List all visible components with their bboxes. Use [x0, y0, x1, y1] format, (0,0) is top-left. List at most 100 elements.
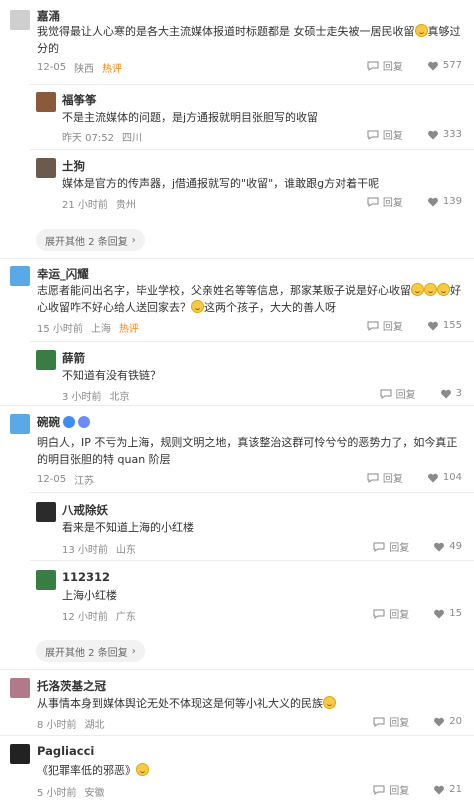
like-button[interactable]: 155 — [427, 320, 462, 332]
comment-meta: 12-05 陕西 热评 — [37, 62, 123, 75]
reply-button[interactable]: 回复 — [373, 606, 409, 621]
avatar[interactable] — [10, 744, 30, 764]
comment-meta: 8 小时前 湖北 — [37, 720, 105, 731]
heart-icon — [427, 321, 438, 330]
reply-button[interactable]: 回复 — [367, 194, 403, 209]
avatar[interactable] — [36, 570, 56, 590]
comment-author[interactable]: 嘉涌 — [37, 8, 60, 24]
reply-icon — [373, 717, 385, 727]
comment-author[interactable]: Pagliacci — [37, 744, 94, 758]
heart-icon — [427, 130, 438, 139]
like-button[interactable]: 3 — [440, 388, 462, 400]
comment-text: 我觉得最让人心寒的是各大主流媒体报道时标题都是 女硕士走失被一居民收留 真够过分的 — [37, 24, 461, 55]
avatar[interactable] — [36, 350, 56, 370]
divider — [30, 149, 474, 150]
comment-text: 不知道有没有铁链？ — [62, 369, 161, 382]
comment-author[interactable]: 112312 — [62, 570, 110, 584]
reply-icon — [367, 321, 379, 331]
like-button[interactable]: 21 — [433, 784, 462, 796]
avatar[interactable] — [10, 414, 30, 434]
heart-icon — [434, 717, 445, 726]
reply-button[interactable]: 回复 — [367, 127, 403, 142]
divider — [30, 341, 474, 342]
comment-actions: 回复 20 — [373, 714, 462, 729]
comment-text: 从事情本身到媒体舆论无处不体现这是何等小礼大义的民族 — [37, 695, 467, 712]
comment-text: 《犯罪率低的邪恶》 — [37, 762, 467, 779]
reply-button[interactable]: 回复 — [367, 318, 403, 333]
like-button[interactable]: 20 — [433, 716, 462, 728]
comment-author[interactable]: 福筝筝 — [62, 92, 97, 108]
comment-actions: 回复 139 — [367, 194, 462, 209]
heart-icon — [427, 61, 438, 70]
comment-author[interactable]: 八戒除妖 — [62, 502, 108, 518]
comment-author[interactable]: 薛箭 — [62, 350, 85, 366]
like-button[interactable]: 49 — [433, 541, 462, 553]
comment-actions: 回复 577 — [367, 58, 462, 73]
reply-button[interactable]: 回复 — [367, 58, 403, 73]
avatar[interactable] — [10, 10, 30, 30]
vip-icon — [78, 416, 90, 428]
comment-meta: 5 小时前 安徽 — [37, 788, 105, 799]
emoji-icon — [424, 283, 437, 296]
comment-actions: 回复 3 — [380, 386, 462, 401]
emoji-icon — [414, 24, 428, 37]
heart-icon — [440, 389, 451, 398]
heart-icon — [434, 609, 445, 618]
like-button[interactable]: 104 — [427, 472, 462, 484]
hot-badge: 热评 — [118, 324, 139, 335]
comment-author[interactable]: 幸运_闪耀 — [37, 266, 89, 282]
comment-actions: 回复 155 — [367, 318, 462, 333]
reply-button[interactable]: 回复 — [373, 782, 409, 797]
reply-icon — [373, 785, 385, 795]
avatar[interactable] — [36, 502, 56, 522]
comment-text: 不是主流媒体的问题，是j方通报就明目张胆写的收留 — [62, 111, 319, 124]
heart-icon — [434, 785, 445, 794]
emoji-icon — [323, 696, 336, 709]
reply-icon — [367, 473, 379, 483]
reply-icon — [373, 609, 385, 619]
like-button[interactable]: 577 — [427, 60, 462, 72]
like-button[interactable]: 139 — [427, 196, 462, 208]
reply-icon — [367, 130, 379, 140]
divider — [0, 669, 474, 670]
reply-button[interactable]: 回复 — [373, 714, 409, 729]
avatar[interactable] — [10, 266, 30, 286]
divider — [30, 492, 474, 493]
comment-author[interactable]: 土狗 — [62, 158, 85, 174]
verified-icon — [63, 416, 75, 428]
heart-icon — [427, 473, 438, 482]
chevron-right-icon: › — [131, 645, 136, 657]
avatar[interactable] — [36, 92, 56, 112]
divider — [0, 405, 474, 406]
divider — [30, 560, 474, 561]
heart-icon — [434, 542, 445, 551]
comment-meta: 21 小时前 贵州 — [62, 200, 136, 211]
comment-meta: 15 小时前 上海 热评 — [37, 320, 139, 335]
divider — [0, 258, 474, 259]
reply-icon — [367, 61, 379, 71]
divider — [0, 735, 474, 736]
comment-meta: 3 小时前 北京 — [62, 392, 130, 403]
like-button[interactable]: 15 — [433, 608, 462, 620]
comment-author[interactable]: 托洛茨基之冠 — [37, 678, 106, 694]
reply-icon — [373, 542, 385, 552]
avatar[interactable] — [10, 678, 30, 698]
expand-replies-button[interactable]: 展开其他 2 条回复 › — [36, 640, 145, 662]
comment-meta: 12 小时前 广东 — [62, 612, 136, 623]
emoji-icon — [136, 763, 149, 776]
reply-icon — [367, 197, 379, 207]
comment-text: 看来是不知道上海的小红楼 — [62, 521, 194, 534]
reply-button[interactable]: 回复 — [367, 470, 403, 485]
avatar[interactable] — [36, 158, 56, 178]
comment-text: 媒体是官方的传声器，j借通报就写的"收留"，谁敢跟g方对着干呢 — [62, 177, 380, 190]
expand-replies-button[interactable]: 展开其他 2 条回复 › — [36, 229, 145, 251]
reply-button[interactable]: 回复 — [380, 386, 416, 401]
comment-author[interactable]: 碗碗 — [37, 414, 90, 430]
reply-button[interactable]: 回复 — [373, 539, 409, 554]
emoji-icon — [437, 283, 450, 296]
chevron-right-icon: › — [131, 234, 136, 246]
comment-actions: 回复 21 — [373, 782, 462, 797]
comment-actions: 回复 15 — [373, 606, 462, 621]
emoji-icon — [191, 300, 204, 313]
like-button[interactable]: 333 — [427, 129, 462, 141]
